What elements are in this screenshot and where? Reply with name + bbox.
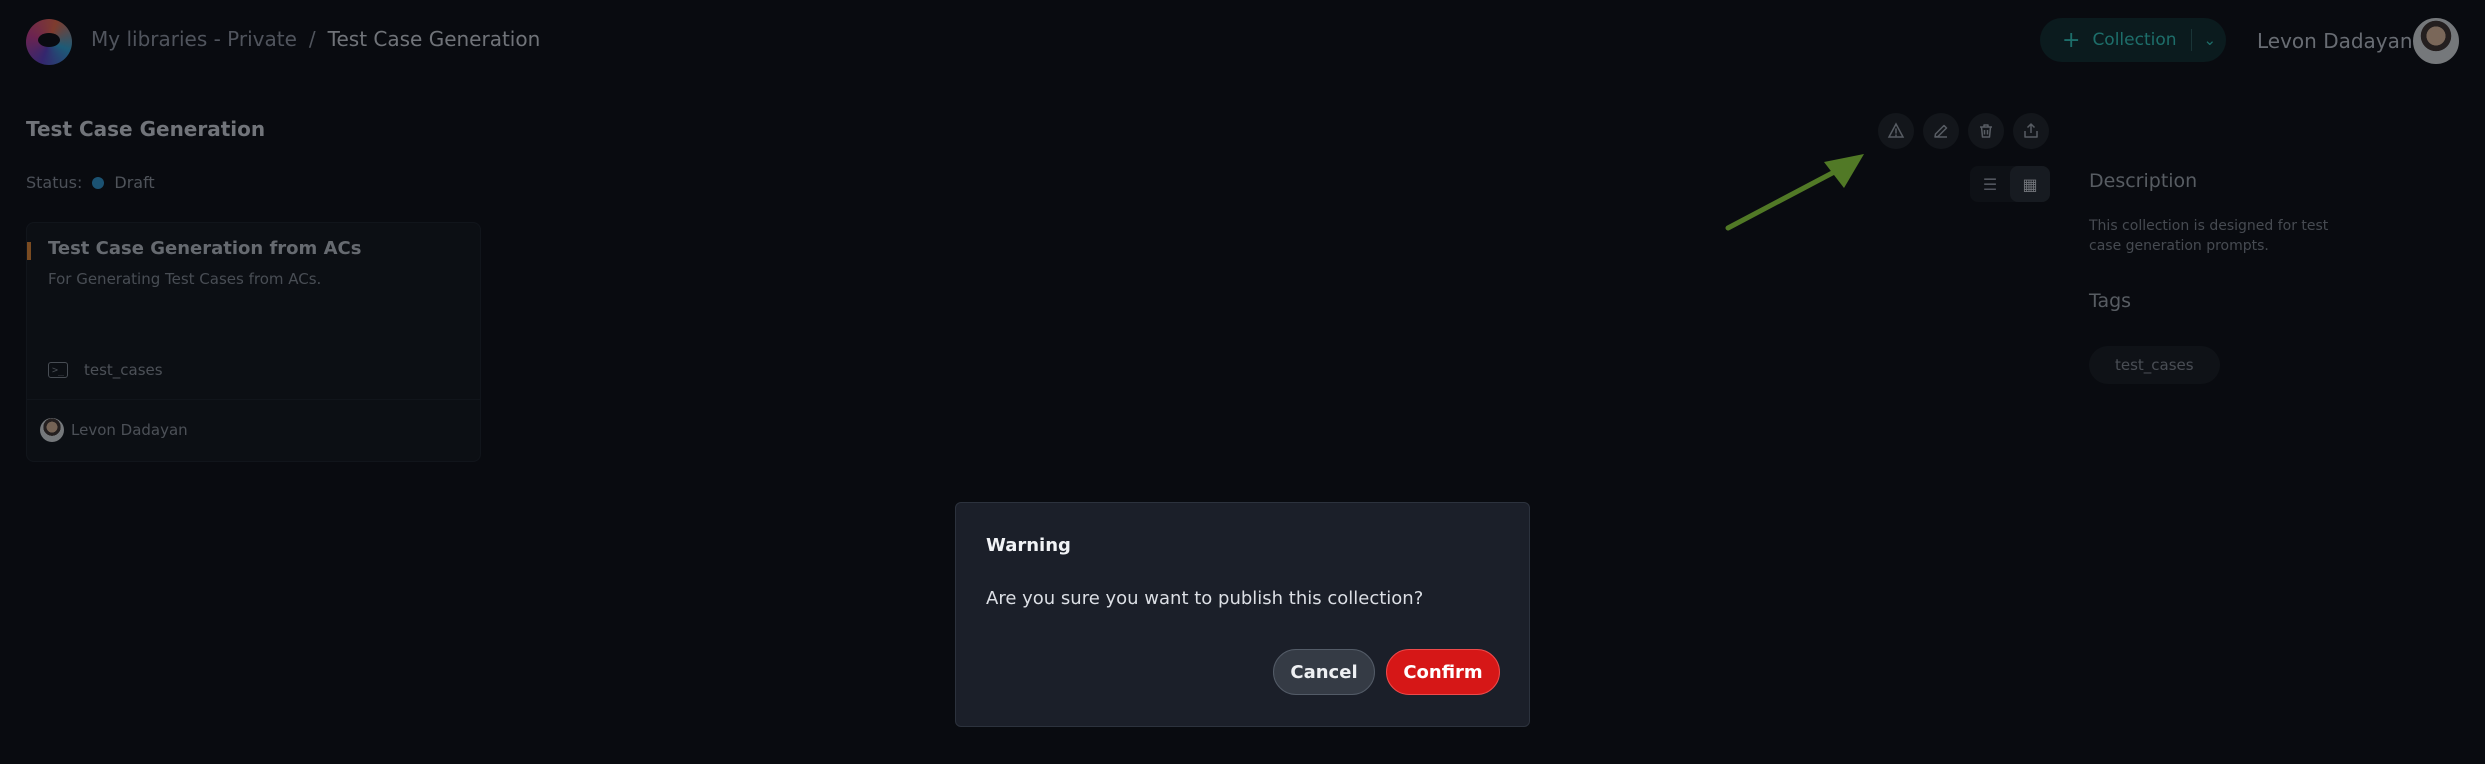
dialog-message: Are you sure you want to publish this co… — [986, 588, 1424, 609]
dialog-title: Warning — [986, 535, 1071, 556]
confirm-button[interactable]: Confirm — [1386, 649, 1500, 695]
warning-dialog: Warning Are you sure you want to publish… — [955, 502, 1530, 727]
cancel-button[interactable]: Cancel — [1273, 649, 1375, 695]
